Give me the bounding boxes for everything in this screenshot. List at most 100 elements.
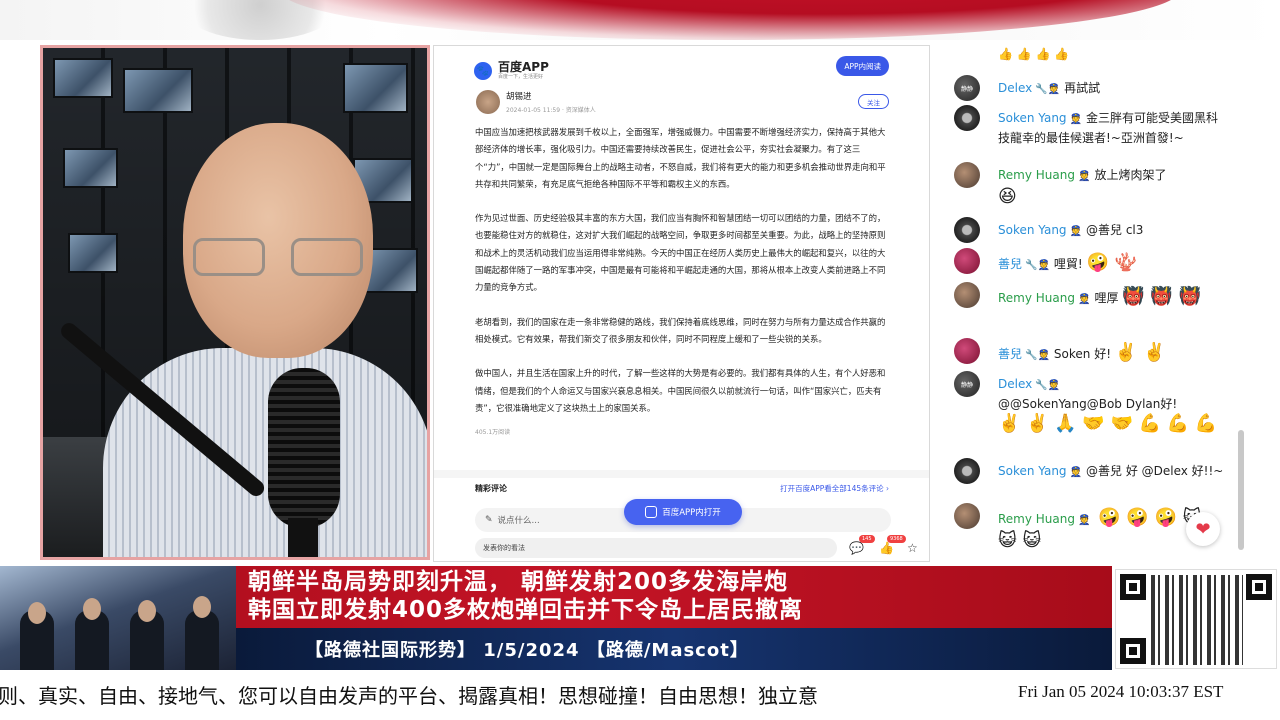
chat-username[interactable]: Delex [998, 81, 1032, 95]
read-count: 405.1万阅读 [475, 429, 511, 437]
article-header: 🐾 百度APP 百度一下，生活更好 APP内阅读 [474, 54, 889, 88]
avatar [954, 458, 980, 484]
like-count-badge: 9368 [887, 535, 906, 543]
chat-username[interactable]: 善兒 [998, 257, 1022, 271]
moderator-badge-icon: 🔧👮 [1025, 260, 1050, 271]
chat-username[interactable]: Remy Huang [998, 291, 1075, 305]
open-in-app-button[interactable]: APP内阅读 [836, 56, 889, 76]
author-avatar[interactable] [476, 90, 500, 114]
background-monitor [68, 233, 118, 273]
chat-message-text: @善兒 cl3 [1086, 223, 1144, 237]
chat-emoji: 😆 [998, 186, 1017, 207]
chat-body: 善兒 🔧👮 哩貿! 🤪 🪸 [998, 252, 1224, 275]
microphone [268, 368, 340, 528]
article-paragraph: 老胡看到，我们的国家在走一条非常稳健的路线，我们保持着底线思维，同时在努力与所有… [475, 316, 886, 344]
chat-message: 静静 Delex 🔧👮 @@SokenYang@Bob Dylan好! ✌️ ✌️… [954, 371, 1224, 457]
program-subtitle: 【路德社国际形势】 1/5/2024 【路德/Mascot】 [305, 640, 749, 661]
figure-head [193, 596, 211, 618]
avatar: 静静 [954, 371, 980, 397]
avatar [954, 217, 980, 243]
chat-message: 静静 Delex 🔧👮 再試試 [954, 75, 1224, 105]
chat-body: Remy Huang 👮 放上烤肉架了 😆 [998, 166, 1224, 208]
view-all-comments-link[interactable]: 打开百度APP看全部145条评论 › [780, 483, 889, 494]
stream-frame: 🐾 百度APP 百度一下，生活更好 APP内阅读 胡锡进 2024-01-05 … [0, 0, 1280, 720]
chat-emoji: 🤪 🪸 [1086, 252, 1138, 273]
chat-message-text: 哩厚 [1094, 291, 1119, 305]
chat-username[interactable]: Remy Huang [998, 512, 1075, 526]
moderator-badge-icon: 👮 [1078, 515, 1091, 526]
background-monitor [53, 58, 113, 98]
background-monitor [123, 68, 193, 113]
red-arc-graphic [280, 0, 1180, 40]
comments-header: 精彩评论 打开百度APP看全部145条评论 › [475, 483, 889, 497]
chat-body: Soken Yang 👮 @善兒 好 @Delex 好!!~ [998, 462, 1224, 482]
qr-modules [1151, 575, 1243, 665]
chat-username[interactable]: Delex [998, 377, 1032, 391]
chat-message: Soken Yang 👮 @善兒 cl3 [954, 217, 1224, 247]
app-slogan: 百度一下，生活更好 [498, 74, 544, 80]
chat-message-text: @善兒 好 @Delex 好!!~ [1086, 464, 1224, 478]
chat-emoji: 👹 👹 👹 [1122, 286, 1201, 307]
action-bar: 💬 145 👍 9368 ☆ [847, 535, 927, 558]
chat-scrollbar[interactable] [1238, 430, 1244, 550]
app-logo: 百度APP 百度一下，生活更好 [498, 61, 549, 81]
chat-emoji: 👍 👍 👍 👍 [998, 47, 1070, 61]
comment-placeholder: 说点什么... [497, 516, 540, 526]
avatar [954, 282, 980, 308]
clock: Fri Jan 05 2024 10:03:37 EST [1010, 678, 1280, 708]
chat-message: 善兒 🔧👮 哩貿! 🤪 🪸 [954, 248, 1224, 278]
open-app-button[interactable]: 百度APP内打开 [624, 499, 742, 525]
chat-message: 👍 👍 👍 👍 [954, 45, 1224, 69]
author-row: 胡锡进 2024-01-05 11:59 · 资深媒体人 关注 [474, 88, 889, 118]
background-monitor [63, 148, 118, 188]
moderator-badge-icon: 👮 [1078, 294, 1091, 305]
avatar: 静静 [954, 75, 980, 101]
chat-body: Soken Yang 👮 金三胖有可能受美國黑科技龍幸的最佳候選者!~亞洲首發!~ [998, 109, 1224, 147]
chat-message-text: 放上烤肉架了 [1094, 168, 1167, 182]
chat-username[interactable]: Remy Huang [998, 168, 1075, 182]
chat-emoji: ✌️ ✌️ [1114, 342, 1166, 363]
figure-head [138, 600, 156, 622]
avatar [954, 105, 980, 131]
moderator-badge-icon: 🔧👮 [1035, 380, 1061, 391]
article-body: 中国应当加速把核武器发展到千枚以上，全面强军，增强威慑力。中国需要不断增强经济实… [475, 124, 887, 441]
chat-emoji: ✌️ ✌️ 🙏 🤝 🤝 💪 💪 💪 [998, 413, 1218, 434]
like-icon[interactable]: 👍 [879, 541, 894, 555]
comments-title: 精彩评论 [475, 484, 507, 493]
reply-placeholder: 发表你的看法 [483, 544, 525, 552]
article-panel: 🐾 百度APP 百度一下，生活更好 APP内阅读 胡锡进 2024-01-05 … [433, 45, 930, 562]
chat-username[interactable]: Soken Yang [998, 111, 1067, 125]
article-paragraph: 中国应当加速把核武器发展到千枚以上，全面强军，增强威慑力。中国需要不断增强经济实… [475, 127, 886, 189]
chat-message: Remy Huang 👮 哩厚 👹 👹 👹 [954, 282, 1224, 334]
chat-username[interactable]: 善兒 [998, 347, 1022, 361]
chat-message-text: 哩貿! [1053, 257, 1083, 271]
baidu-paw-icon: 🐾 [474, 62, 492, 80]
headline-line-1: 朝鲜半岛局势即刻升温， 朝鲜发射200多发海岸炮 [248, 569, 789, 595]
qr-finder [1246, 574, 1272, 600]
moderator-badge-icon: 👮 [1069, 114, 1082, 125]
heart-icon[interactable]: ❤ [1186, 512, 1220, 546]
news-photo [0, 566, 240, 670]
star-icon[interactable]: ☆ [907, 541, 918, 555]
chat-username[interactable]: Soken Yang [998, 223, 1067, 237]
qr-finder [1120, 638, 1146, 664]
chat-message-text: @@SokenYang@Bob Dylan好! [998, 397, 1178, 411]
reply-input[interactable]: 发表你的看法 [475, 538, 837, 558]
moderator-badge-icon: 🔧👮 [1035, 84, 1061, 95]
chat-message: Remy Huang 👮 放上烤肉架了 😆 [954, 162, 1224, 210]
section-divider [434, 470, 929, 478]
app-icon [645, 506, 658, 518]
moderator-badge-icon: 🔧👮 [1025, 350, 1050, 361]
moderator-badge-icon: 👮 [1078, 171, 1091, 182]
follow-button[interactable]: 关注 [858, 94, 889, 109]
chat-username[interactable]: Soken Yang [998, 464, 1067, 478]
author-name[interactable]: 胡锡进 [506, 90, 532, 102]
figure-head [28, 602, 46, 624]
chat-body: Delex 🔧👮 @@SokenYang@Bob Dylan好! ✌️ ✌️ 🙏 … [998, 375, 1224, 435]
qr-code[interactable] [1115, 569, 1277, 669]
chat-body: Delex 🔧👮 再試試 [998, 79, 1224, 99]
chat-message: Remy Huang 👮 🤪 🤪 🤪 😺 😺 😺 [954, 503, 1224, 553]
headline-line-2: 韩国立即发射400多枚炮弹回击并下令岛上居民撤离 [248, 597, 804, 623]
comment-icon[interactable]: 💬 [849, 541, 864, 555]
avatar [954, 162, 980, 188]
